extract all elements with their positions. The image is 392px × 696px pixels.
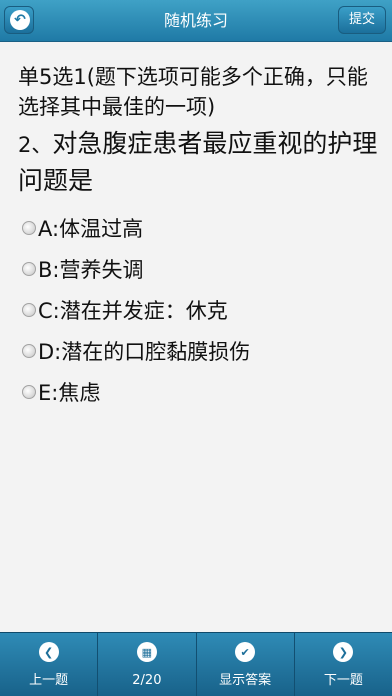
submit-button[interactable]: 提交 xyxy=(338,6,386,34)
show-answer-label: 显示答案 xyxy=(219,673,272,688)
checkmark-icon: ✔ xyxy=(235,642,256,662)
question-type-label: 单5选1(题下选项可能多个正确，只能选择其中最佳的一项) xyxy=(18,65,368,119)
chevron-left-icon: ❮ xyxy=(38,642,59,662)
back-arrow-icon: ↶ xyxy=(10,10,30,30)
bottom-toolbar: ❮ 上一题 ▦ 2/20 ✔ 显示答案 ❯ 下一题 xyxy=(0,632,392,696)
prev-question-label: 上一题 xyxy=(29,673,69,688)
option-d[interactable]: D:潜在的口腔黏膜损伤 xyxy=(18,330,382,371)
progress-label: 2/20 xyxy=(132,673,162,688)
radio-icon[interactable] xyxy=(22,302,36,317)
question-number: 2、 xyxy=(18,133,53,157)
question-area: 单5选1(题下选项可能多个正确，只能选择其中最佳的一项) 2、对急腹症患者最应重… xyxy=(18,62,382,412)
prev-question-button[interactable]: ❮ 上一题 xyxy=(0,633,99,696)
page-title: 随机练习 xyxy=(163,11,228,30)
option-list: A:体温过高 B:营养失调 C:潜在并发症：休克 D:潜在的口腔黏膜损伤 E:焦… xyxy=(18,207,382,412)
option-label: B:营养失调 xyxy=(38,257,144,282)
next-question-label: 下一题 xyxy=(323,673,363,688)
option-c[interactable]: C:潜在并发症：休克 xyxy=(18,289,382,330)
question-text-block: 2、对急腹症患者最应重视的护理问题是 xyxy=(18,126,382,199)
radio-icon[interactable] xyxy=(22,220,36,235)
radio-icon[interactable] xyxy=(22,261,36,276)
option-label: C:潜在并发症：休克 xyxy=(38,298,228,323)
option-a[interactable]: A:体温过高 xyxy=(18,207,382,248)
radio-icon[interactable] xyxy=(22,343,36,358)
chevron-right-icon: ❯ xyxy=(333,642,354,662)
option-b[interactable]: B:营养失调 xyxy=(18,248,382,289)
question-grid-button[interactable]: ▦ 2/20 xyxy=(98,633,197,696)
header-bar: ↶ 随机练习 提交 xyxy=(0,0,392,42)
option-e[interactable]: E:焦虑 xyxy=(18,371,382,412)
option-label: E:焦虑 xyxy=(38,380,101,405)
option-label: A:体温过高 xyxy=(38,216,144,241)
show-answer-button[interactable]: ✔ 显示答案 xyxy=(197,633,295,696)
next-question-button[interactable]: ❯ 下一题 xyxy=(295,633,392,696)
question-text: 对急腹症患者最应重视的护理问题是 xyxy=(18,129,378,195)
radio-icon[interactable] xyxy=(22,384,36,399)
back-button[interactable]: ↶ xyxy=(4,6,34,34)
grid-icon: ▦ xyxy=(136,642,157,662)
option-label: D:潜在的口腔黏膜损伤 xyxy=(38,339,251,364)
